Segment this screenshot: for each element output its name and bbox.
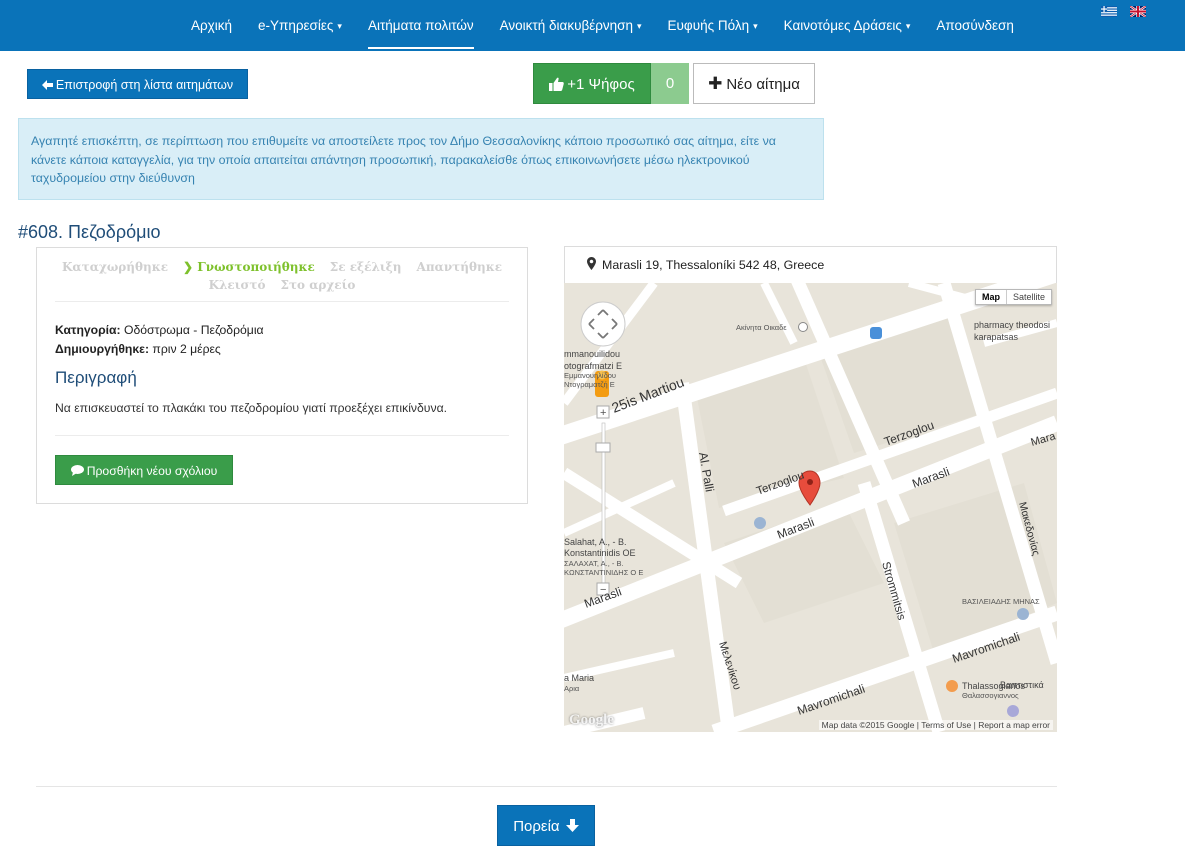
add-comment-label: Προσθήκη νέου σχόλιου <box>86 464 218 478</box>
nav-item-label: Αιτήματα πολιτών <box>367 18 474 33</box>
divider <box>36 786 1057 787</box>
map-type-satellite-button[interactable]: Satellite <box>1007 290 1051 304</box>
nav-item-open-government[interactable]: Ανοικτή διακυβέρνηση ▾ <box>487 0 655 51</box>
chevron-right-icon: ❯ <box>183 260 198 274</box>
map-marker-icon <box>587 257 596 271</box>
nav-item-logout[interactable]: Αποσύνδεση <box>923 0 1026 51</box>
svg-text:+: + <box>600 407 606 419</box>
nav-item-smart-city[interactable]: Ευφυής Πόλη ▾ <box>655 0 771 51</box>
nav-item-label: Αρχική <box>191 18 233 33</box>
map-canvas[interactable]: + − 25is Martiou Al. Palli Terzoglou Ter… <box>564 283 1057 732</box>
status-step-answered: Απαντήθηκε <box>416 260 502 274</box>
progress-button-label: Πορεία <box>513 818 560 835</box>
status-step-notified: ❯ Γνωστοποιήθηκε <box>183 258 315 276</box>
map-type-control: Map Satellite <box>975 289 1053 305</box>
poi-label-akinita: Ακίνητα Οικαδε <box>736 323 787 332</box>
top-navbar: Αρχική e-Υπηρεσίες ▾ Αιτήματα πολιτών Ανο… <box>0 0 1185 51</box>
arrow-left-icon <box>41 80 53 90</box>
google-map[interactable]: + − 25is Martiou Al. Palli Terzoglou Ter… <box>564 283 1057 732</box>
poi-label-salahat-2: Konstantinidis OE <box>564 548 636 558</box>
poi-label-vasileiadis: ΒΑΣΙΛΕΙΑΔΗΣ ΜΗΝΑΣ <box>962 597 1040 606</box>
issue-details-panel: Καταχωρήθηκε ❯ Γνωστοποιήθηκε Σε εξέλιξη… <box>36 247 528 504</box>
nav-item-label: Αποσύνδεση <box>936 18 1014 33</box>
status-step-label: Γνωστοποιήθηκε <box>197 260 315 274</box>
status-steps: Καταχωρήθηκε ❯ Γνωστοποιήθηκε Σε εξέλιξη… <box>37 258 527 294</box>
main-menu: Αρχική e-Υπηρεσίες ▾ Αιτήματα πολιτών Ανο… <box>178 0 1027 51</box>
caret-down-icon: ▾ <box>905 21 911 31</box>
progress-button[interactable]: Πορεία <box>497 805 595 846</box>
vote-count-badge: 0 <box>651 63 689 104</box>
arrow-down-icon <box>565 819 579 832</box>
google-logo: Google <box>569 712 614 728</box>
poi-label-mapia: Αρια <box>564 684 580 693</box>
created-value: πριν 2 μέρες <box>152 342 221 356</box>
poi-label-vaptistika: Βαπτιστικά <box>1000 680 1044 690</box>
status-step-in-progress: Σε εξέλιξη <box>329 260 402 274</box>
poi-label-maria: a Maria <box>564 673 594 683</box>
category-value: Οδόστρωμα - Πεζοδρόμια <box>124 323 264 337</box>
address-text: Marasli 19, Thessaloníki 542 48, Greece <box>602 258 825 272</box>
address-bar: Marasli 19, Thessaloníki 542 48, Greece <box>564 246 1057 284</box>
map-attribution[interactable]: Map data ©2015 Google | Terms of Use | R… <box>818 720 1053 730</box>
nav-item-label: Καινοτόμες Δράσεις <box>783 18 902 33</box>
greek-flag-icon[interactable] <box>1101 6 1117 17</box>
nav-item-label: e-Υπηρεσίες <box>258 18 334 33</box>
status-step-closed: Κλειστό <box>208 278 266 292</box>
created-label: Δημιουργήθηκε: <box>55 342 150 356</box>
caret-down-icon: ▾ <box>753 21 758 31</box>
nav-item-label: Ανοικτή διακυβέρνηση <box>499 18 634 33</box>
poi-label-salahat-3: ΣΑΛΑΧΑΤ, Α., - Β. <box>564 559 624 568</box>
nav-item-innovative-actions[interactable]: Καινοτόμες Δράσεις ▾ <box>771 0 924 51</box>
vote-button[interactable]: +1 Ψήφος <box>533 63 651 104</box>
category-label: Κατηγορία: <box>55 323 121 337</box>
thumbs-up-icon <box>549 77 565 91</box>
nav-item-e-services[interactable]: e-Υπηρεσίες ▾ <box>245 0 355 51</box>
new-request-label: Νέο αίτημα <box>726 76 800 93</box>
vote-group: +1 Ψήφος 0 <box>533 63 689 104</box>
status-step-archived: Στο αρχείο <box>280 278 356 292</box>
language-switcher <box>1101 6 1146 17</box>
new-request-button[interactable]: ✚ Νέο αίτημα <box>693 63 815 104</box>
map-type-map-button[interactable]: Map <box>976 290 1007 304</box>
uk-flag-icon[interactable] <box>1130 6 1146 17</box>
nav-item-label: Ευφυής Πόλη <box>667 18 750 33</box>
add-comment-button[interactable]: Προσθήκη νέου σχόλιου <box>55 455 233 485</box>
nav-item-citizen-requests[interactable]: Αιτήματα πολιτών <box>355 0 487 51</box>
comment-icon <box>70 465 84 476</box>
poi-label-pharmacy-1: pharmacy theodosi <box>974 320 1050 330</box>
poi-label-thalassogianos-2: Θαλασσογιαννος <box>962 691 1019 700</box>
vote-button-label: +1 Ψήφος <box>567 76 635 93</box>
divider <box>55 301 509 302</box>
poi-label-emmanouilidou-4: Ντογραματζή Ε <box>564 380 615 389</box>
poi-label-salahat-1: Salahat, A., - B. <box>564 537 627 547</box>
caret-down-icon: ▾ <box>337 21 342 31</box>
issue-title: #608. Πεζοδρόμιο <box>18 222 161 242</box>
plus-icon: ✚ <box>708 74 723 93</box>
issue-meta: Κατηγορία: Οδόστρωμα - Πεζοδρόμια Δημιου… <box>55 321 264 359</box>
caret-down-icon: ▾ <box>637 21 642 31</box>
poi-label-salahat-4: ΚΩΝΣΤΑΝΤΙΝΙΔΗΣ Ο Ε <box>564 568 643 577</box>
status-step-registered: Καταχωρήθηκε <box>62 260 169 274</box>
divider <box>55 435 509 436</box>
poi-label-emmanouilidou-3: Εμμανουηλίδου <box>564 371 616 380</box>
info-alert: Αγαπητέ επισκέπτη, σε περίπτωση που επιθ… <box>18 118 824 200</box>
nav-item-home[interactable]: Αρχική <box>178 0 245 51</box>
back-button-label: Επιστροφή στη λίστα αιτημάτων <box>55 78 234 92</box>
back-to-list-button[interactable]: Επιστροφή στη λίστα αιτημάτων <box>27 69 248 99</box>
poi-label-emmanouilidou-1: mmanouilidou <box>564 349 620 359</box>
description-heading: Περιγραφή <box>55 368 137 387</box>
poi-label-emmanouilidou-2: otografmatzi E <box>564 361 622 371</box>
description-text: Να επισκευαστεί το πλακάκι του πεζοδρομί… <box>55 401 447 415</box>
poi-label-pharmacy-2: karapatsas <box>974 332 1019 342</box>
